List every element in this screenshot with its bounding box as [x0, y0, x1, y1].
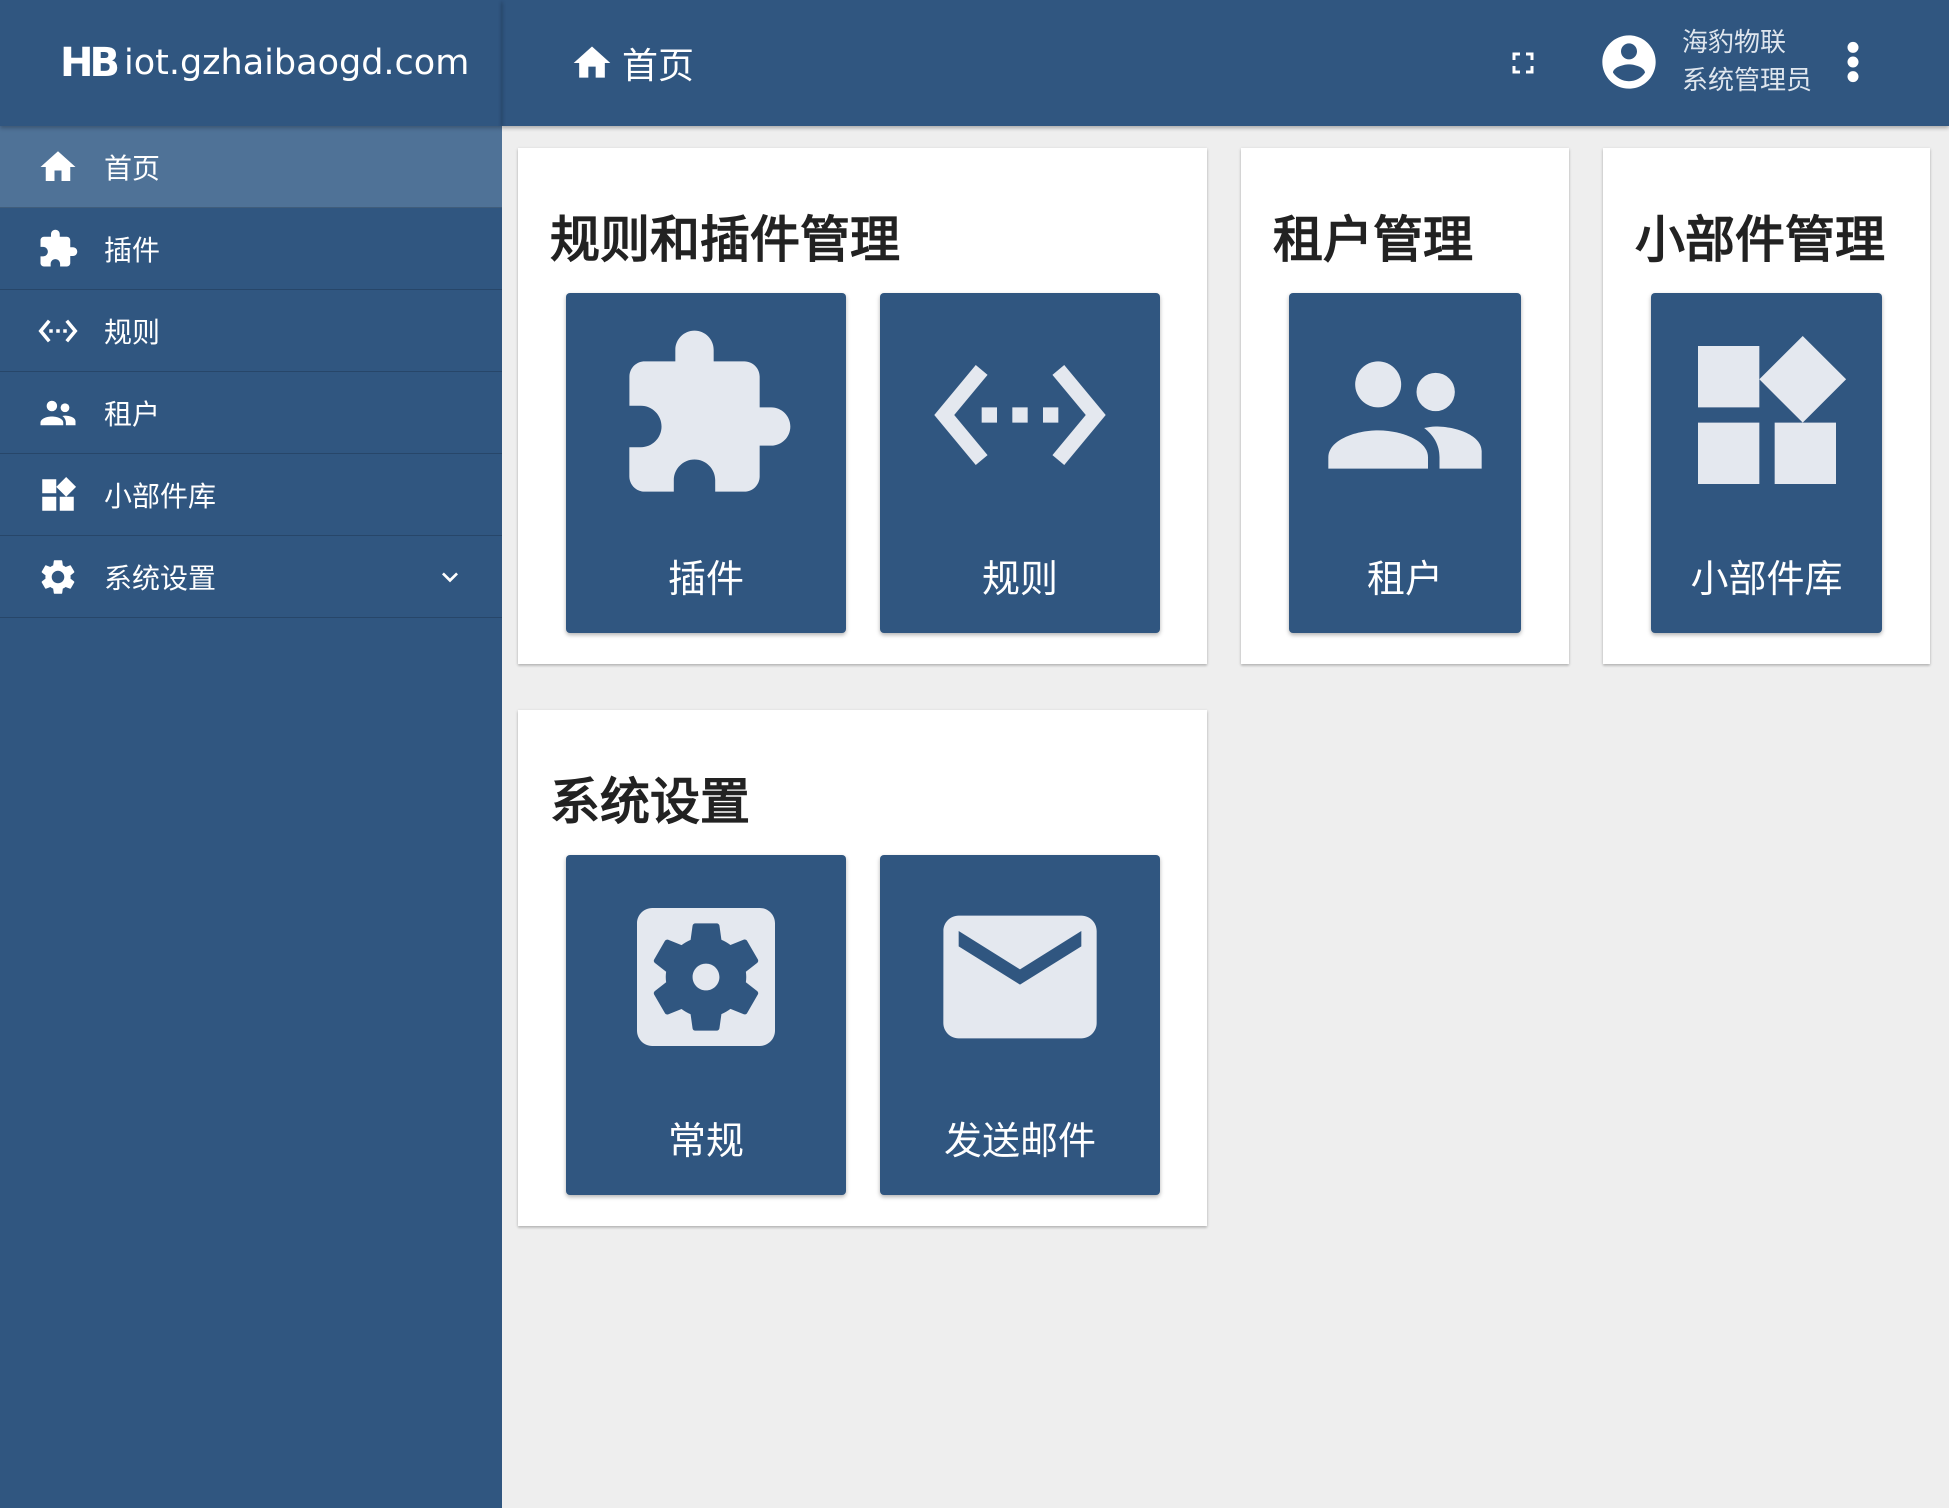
account-circle-icon	[1602, 35, 1656, 89]
sidebar-item-widgets[interactable]: 小部件库	[0, 454, 502, 536]
card-system-settings: 系统设置 常规 发送邮件	[518, 710, 1207, 1226]
sidebar-item-plugins[interactable]: 插件	[0, 208, 502, 290]
tile-send-mail[interactable]: 发送邮件	[880, 855, 1160, 1195]
sidebar-item-label: 插件	[104, 233, 161, 267]
sidebar-item-label: 租户	[104, 397, 161, 431]
card-title: 规则和插件管理	[550, 211, 900, 269]
top-toolbar: 首页 海豹物联 系统管理员	[502, 0, 1949, 126]
tile-label: 发送邮件	[943, 1119, 1096, 1163]
card-title: 小部件管理	[1635, 211, 1885, 269]
tile-plugins[interactable]: 插件	[566, 293, 846, 633]
user-name: 海豹物联	[1682, 28, 1787, 58]
rule-chain-icon	[928, 323, 1112, 507]
sidebar-item-rules[interactable]: 规则	[0, 290, 502, 372]
sidebar-item-tenants[interactable]: 租户	[0, 372, 502, 454]
home-icon	[573, 46, 611, 78]
tile-label: 插件	[667, 557, 744, 601]
mail-icon	[928, 885, 1112, 1069]
breadcrumb[interactable]: 首页	[570, 37, 694, 89]
user-role: 系统管理员	[1682, 66, 1813, 96]
people-icon	[1313, 323, 1497, 507]
puzzle-icon	[36, 227, 80, 271]
sidebar-item-label: 小部件库	[104, 479, 217, 513]
card-title: 租户管理	[1273, 211, 1473, 269]
card-rules-plugins: 规则和插件管理 插件 规则	[518, 148, 1207, 664]
card-title: 系统设置	[550, 773, 750, 831]
sidebar-nav: 首页 插件 规则 租户 小部件库 系统设置	[0, 126, 502, 618]
user-info: 海豹物联 系统管理员	[1682, 24, 1812, 100]
card-widget-management: 小部件管理 小部件库	[1603, 148, 1930, 664]
logo-bar[interactable]: HB iot.gzhaibaogd.com	[0, 0, 502, 126]
fullscreen-button[interactable]	[1505, 45, 1541, 81]
avatar[interactable]	[1597, 30, 1661, 94]
tile-label: 小部件库	[1690, 557, 1843, 601]
widgets-icon	[36, 473, 80, 517]
puzzle-icon	[614, 323, 798, 507]
tile-widgets-library[interactable]: 小部件库	[1651, 293, 1882, 633]
sidebar: HB iot.gzhaibaogd.com 首页 插件 规则 租户 小部件库 系…	[0, 0, 502, 1508]
logo-mark: HB	[60, 40, 120, 86]
people-icon	[36, 391, 80, 435]
more-vert-icon	[1847, 41, 1859, 83]
more-menu-button[interactable]	[1845, 40, 1861, 84]
logo-domain: iot.gzhaibaogd.com	[123, 43, 470, 83]
card-tenant-management: 租户管理 租户	[1241, 148, 1569, 664]
home-icon	[36, 145, 80, 189]
widgets-icon	[1675, 323, 1859, 507]
rule-chain-icon	[36, 309, 80, 353]
chevron-down-icon[interactable]	[434, 561, 466, 593]
settings-applications-icon	[614, 885, 798, 1069]
breadcrumb-label: 首页	[622, 46, 695, 87]
tile-general-settings[interactable]: 常规	[566, 855, 846, 1195]
tile-label: 规则	[981, 557, 1058, 601]
sidebar-item-home[interactable]: 首页	[0, 126, 502, 208]
tile-tenants[interactable]: 租户	[1289, 293, 1521, 633]
sidebar-item-label: 系统设置	[104, 561, 217, 595]
sidebar-item-label: 首页	[104, 151, 161, 185]
sidebar-item-system-settings[interactable]: 系统设置	[0, 536, 502, 618]
gear-icon	[36, 555, 80, 599]
fullscreen-icon	[1512, 52, 1534, 74]
tile-rules[interactable]: 规则	[880, 293, 1160, 633]
sidebar-item-label: 规则	[104, 315, 161, 349]
tile-label: 租户	[1366, 557, 1443, 601]
tile-label: 常规	[667, 1119, 744, 1163]
